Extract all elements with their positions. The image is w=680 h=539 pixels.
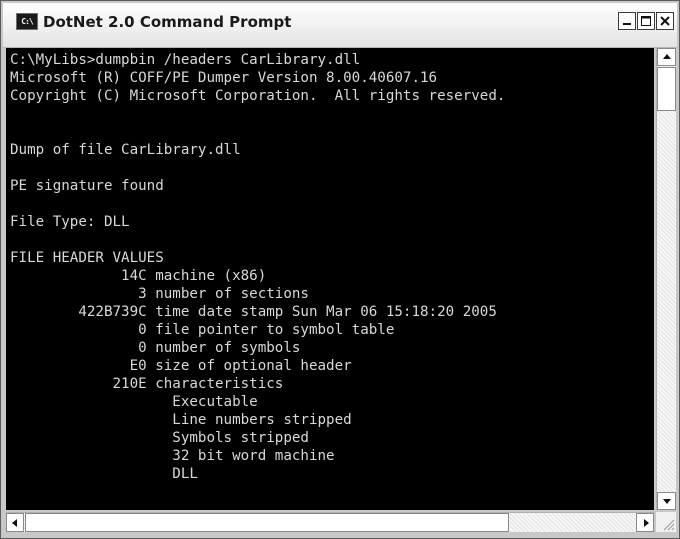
- arrow-left-icon: [12, 519, 17, 527]
- scroll-right-button[interactable]: [636, 513, 654, 532]
- vertical-scroll-thumb[interactable]: [657, 67, 676, 111]
- arrow-right-icon: [644, 519, 649, 527]
- console-line: File Type: DLL: [10, 214, 130, 230]
- console-line: 0 number of symbols: [10, 340, 301, 356]
- console-line: Microsoft (R) COFF/PE Dumper Version 8.0…: [10, 70, 438, 86]
- arrow-down-icon: [663, 499, 671, 504]
- window-title: DotNet 2.0 Command Prompt: [43, 13, 292, 31]
- console-line: 422B739C time date stamp Sun Mar 06 15:1…: [10, 304, 497, 320]
- horizontal-scrollbar[interactable]: [6, 512, 654, 532]
- console-line: 0 file pointer to symbol table: [10, 322, 395, 338]
- console-line: Dump of file CarLibrary.dll: [10, 142, 241, 158]
- console-line: 14C machine (x86): [10, 268, 267, 284]
- console-line: FILE HEADER VALUES: [10, 250, 164, 266]
- scroll-left-button[interactable]: [6, 513, 24, 532]
- console-line: 32 bit word machine: [10, 448, 335, 464]
- console-line: DLL: [10, 466, 198, 482]
- console-line: Line numbers stripped: [10, 412, 352, 428]
- resize-grip[interactable]: [656, 512, 676, 532]
- minimize-button[interactable]: [618, 12, 636, 30]
- console-line: Executable: [10, 394, 258, 410]
- console-line: PE signature found: [10, 178, 164, 194]
- scroll-down-button[interactable]: [657, 492, 676, 510]
- minimize-icon: [623, 23, 631, 25]
- console-icon[interactable]: C:\: [16, 13, 38, 30]
- console-text: C:\MyLibs>dumpbin /headers CarLibrary.dl…: [6, 48, 654, 483]
- console-line: Symbols stripped: [10, 430, 309, 446]
- resize-grip-icon: [663, 519, 675, 531]
- console-line: E0 size of optional header: [10, 358, 352, 374]
- console-output[interactable]: C:\MyLibs>dumpbin /headers CarLibrary.dl…: [6, 48, 654, 510]
- console-line: Copyright (C) Microsoft Corporation. All…: [10, 88, 506, 104]
- console-line: C:\MyLibs>dumpbin /headers CarLibrary.dl…: [10, 52, 361, 68]
- maximize-button[interactable]: [637, 12, 655, 30]
- console-line: 210E characteristics: [10, 376, 284, 392]
- console-line: 3 number of sections: [10, 286, 309, 302]
- scroll-up-button[interactable]: [657, 48, 676, 66]
- command-prompt-window: C:\ DotNet 2.0 Command Prompt C:\MyLibs>…: [0, 0, 680, 539]
- close-button[interactable]: [656, 12, 674, 30]
- horizontal-scroll-thumb[interactable]: [25, 513, 509, 532]
- close-icon: [660, 16, 670, 26]
- arrow-up-icon: [663, 54, 671, 59]
- maximize-icon: [641, 16, 651, 26]
- vertical-scrollbar[interactable]: [656, 48, 676, 510]
- title-bar[interactable]: C:\ DotNet 2.0 Command Prompt: [3, 3, 677, 48]
